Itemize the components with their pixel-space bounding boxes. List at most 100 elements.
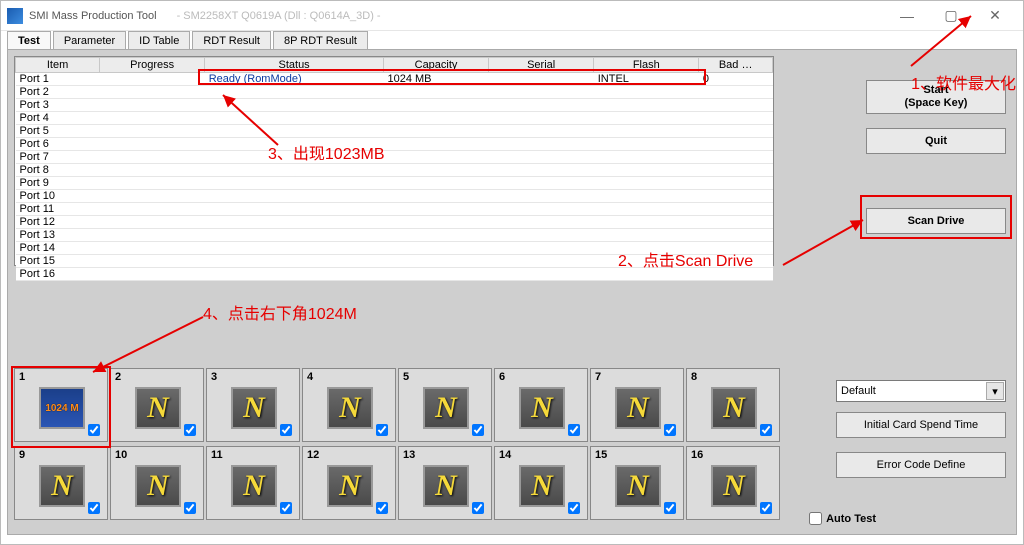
slot-chip[interactable]: N <box>39 465 85 507</box>
tab-8p-rdt-result[interactable]: 8P RDT Result <box>273 31 368 50</box>
slot-14[interactable]: 14N <box>494 446 588 520</box>
slot-chip[interactable]: N <box>231 465 277 507</box>
table-row[interactable]: Port 10 <box>16 190 773 203</box>
slot-checkbox[interactable] <box>568 424 580 436</box>
table-cell <box>100 242 205 255</box>
slot-5[interactable]: 5N <box>398 368 492 442</box>
slot-chip[interactable]: N <box>615 387 661 429</box>
table-row[interactable]: Port 1Ready (RomMode)1024 MBINTEL0 <box>16 73 773 86</box>
slot-chip[interactable]: N <box>135 465 181 507</box>
titlebar[interactable]: SMI Mass Production Tool - SM2258XT Q061… <box>1 1 1023 31</box>
slot-8[interactable]: 8N <box>686 368 780 442</box>
tab-rdt-result[interactable]: RDT Result <box>192 31 271 50</box>
slot-checkbox[interactable] <box>280 424 292 436</box>
slot-checkbox[interactable] <box>376 502 388 514</box>
slot-7[interactable]: 7N <box>590 368 684 442</box>
slot-checkbox[interactable] <box>184 424 196 436</box>
table-row[interactable]: Port 9 <box>16 177 773 190</box>
slot-15[interactable]: 15N <box>590 446 684 520</box>
dropdown-arrow-icon[interactable]: ▾ <box>986 382 1004 400</box>
slot-chip[interactable]: N <box>711 387 757 429</box>
slot-chip[interactable]: N <box>231 387 277 429</box>
table-row[interactable]: Port 16 <box>16 268 773 281</box>
maximize-button[interactable]: ▢ <box>929 2 973 30</box>
table-row[interactable]: Port 3 <box>16 99 773 112</box>
slot-16[interactable]: 16N <box>686 446 780 520</box>
mode-dropdown[interactable]: Default ▾ <box>836 380 1006 402</box>
tab-parameter[interactable]: Parameter <box>53 31 126 50</box>
slot-checkbox[interactable] <box>664 502 676 514</box>
table-row[interactable]: Port 8 <box>16 164 773 177</box>
auto-test-input[interactable] <box>809 512 822 525</box>
slot-13[interactable]: 13N <box>398 446 492 520</box>
slot-checkbox[interactable] <box>472 502 484 514</box>
auto-test-checkbox[interactable]: Auto Test <box>805 509 876 528</box>
slot-chip[interactable]: N <box>615 465 661 507</box>
col-item[interactable]: Item <box>16 58 100 73</box>
table-cell <box>100 86 205 99</box>
slot-chip[interactable]: N <box>423 465 469 507</box>
col-flash[interactable]: Flash <box>594 58 699 73</box>
slot-2[interactable]: 2N <box>110 368 204 442</box>
tab-idtable[interactable]: ID Table <box>128 31 190 50</box>
slot-chip[interactable]: N <box>327 465 373 507</box>
slot-number: 8 <box>691 371 697 383</box>
table-row[interactable]: Port 14 <box>16 242 773 255</box>
slot-number: 3 <box>211 371 217 383</box>
slot-checkbox[interactable] <box>760 502 772 514</box>
slot-n-icon: N <box>243 391 265 425</box>
slot-11[interactable]: 11N <box>206 446 300 520</box>
slot-chip[interactable]: N <box>423 387 469 429</box>
slot-9[interactable]: 9N <box>14 446 108 520</box>
quit-button[interactable]: Quit <box>866 128 1006 154</box>
table-row[interactable]: Port 6 <box>16 138 773 151</box>
port-table[interactable]: Item Progress Status Capacity Serial Fla… <box>14 56 774 266</box>
error-code-button[interactable]: Error Code Define <box>836 452 1006 478</box>
slot-6[interactable]: 6N <box>494 368 588 442</box>
slot-checkbox[interactable] <box>88 424 100 436</box>
initial-card-button[interactable]: Initial Card Spend Time <box>836 412 1006 438</box>
table-row[interactable]: Port 15 <box>16 255 773 268</box>
slot-3[interactable]: 3N <box>206 368 300 442</box>
minimize-button[interactable]: — <box>885 2 929 30</box>
table-cell <box>205 177 384 190</box>
slot-number: 2 <box>115 371 121 383</box>
col-status[interactable]: Status <box>205 58 384 73</box>
start-button[interactable]: Start (Space Key) <box>866 80 1006 114</box>
slot-1[interactable]: 11024 M <box>14 368 108 442</box>
col-bad[interactable]: Bad … <box>699 58 773 73</box>
table-row[interactable]: Port 13 <box>16 229 773 242</box>
slot-checkbox[interactable] <box>376 424 388 436</box>
table-row[interactable]: Port 7 <box>16 151 773 164</box>
scan-drive-button[interactable]: Scan Drive <box>866 208 1006 234</box>
slot-checkbox[interactable] <box>88 502 100 514</box>
table-row[interactable]: Port 12 <box>16 216 773 229</box>
col-progress[interactable]: Progress <box>100 58 205 73</box>
slot-checkbox[interactable] <box>664 424 676 436</box>
slot-checkbox[interactable] <box>760 424 772 436</box>
table-cell <box>205 164 384 177</box>
slot-chip[interactable]: N <box>519 465 565 507</box>
slot-checkbox[interactable] <box>184 502 196 514</box>
slot-chip[interactable]: N <box>519 387 565 429</box>
slot-checkbox[interactable] <box>472 424 484 436</box>
table-cell <box>489 268 594 281</box>
col-serial[interactable]: Serial <box>489 58 594 73</box>
slot-10[interactable]: 10N <box>110 446 204 520</box>
slot-checkbox[interactable] <box>280 502 292 514</box>
slot-chip[interactable]: N <box>135 387 181 429</box>
table-row[interactable]: Port 11 <box>16 203 773 216</box>
close-button[interactable]: ✕ <box>973 2 1017 30</box>
table-row[interactable]: Port 5 <box>16 125 773 138</box>
slot-n-icon: N <box>531 391 553 425</box>
slot-chip[interactable]: 1024 M <box>39 387 85 429</box>
table-row[interactable]: Port 4 <box>16 112 773 125</box>
slot-12[interactable]: 12N <box>302 446 396 520</box>
col-capacity[interactable]: Capacity <box>383 58 488 73</box>
slot-checkbox[interactable] <box>568 502 580 514</box>
slot-4[interactable]: 4N <box>302 368 396 442</box>
table-row[interactable]: Port 2 <box>16 86 773 99</box>
tab-test[interactable]: Test <box>7 31 51 50</box>
slot-chip[interactable]: N <box>327 387 373 429</box>
slot-chip[interactable]: N <box>711 465 757 507</box>
